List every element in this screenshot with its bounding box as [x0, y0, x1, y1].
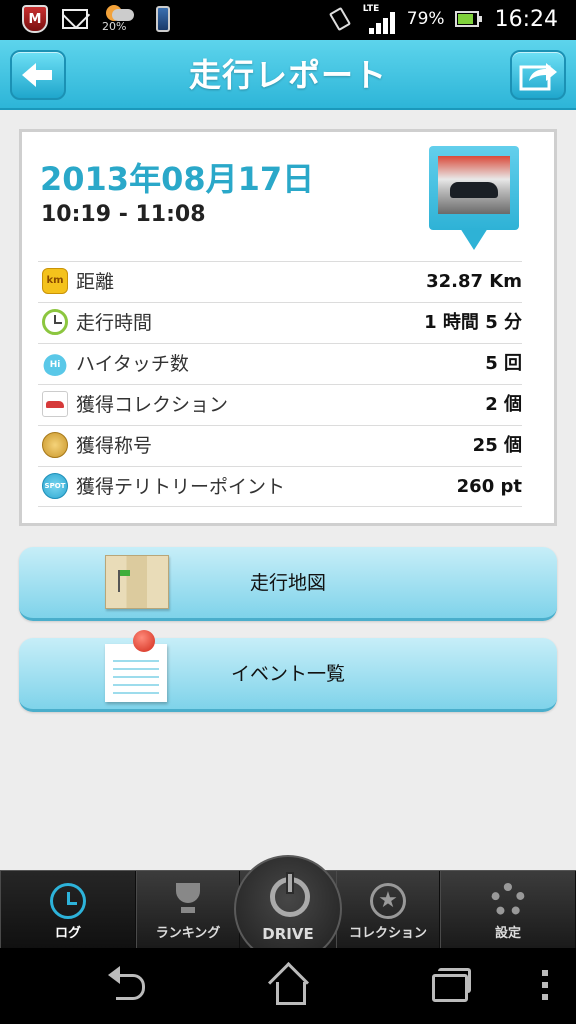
clock-icon [50, 883, 86, 919]
recent-apps-icon[interactable] [428, 966, 471, 1006]
stat-value: 1 時間 5 分 [424, 312, 522, 333]
home-nav-icon[interactable] [268, 966, 308, 1006]
share-icon [519, 63, 557, 91]
tab-settings-label: 設定 [494, 926, 521, 941]
car-photo[interactable] [429, 146, 519, 230]
tab-ranking-label: ランキング [155, 926, 221, 941]
arrow-left-icon [22, 63, 52, 87]
clock-time: 16:24 [494, 6, 558, 32]
back-button[interactable] [10, 50, 66, 100]
vibrate-icon [327, 6, 353, 32]
hi-touch-icon: Hi [42, 350, 68, 376]
status-bar: M 20% LTE 79% 16:24 [0, 0, 576, 40]
trophy-icon [173, 883, 203, 915]
spot-icon: SPOT [42, 473, 68, 499]
tab-settings[interactable]: 設定 [440, 871, 576, 949]
phone-icon [150, 5, 176, 33]
report-card: 2013年08月17日 10:19 - 11:08 km 距離 32.87 Km… [19, 129, 557, 526]
tab-log[interactable]: ログ [0, 871, 136, 949]
stats-list: km 距離 32.87 Km 走行時間 1 時間 5 分 Hi ハイタッチ数 5… [38, 261, 522, 507]
event-list-button[interactable]: イベント一覧 [19, 630, 557, 712]
stat-label: 獲得コレクション [76, 394, 229, 416]
stat-row-collection: 獲得コレクション 2 個 [38, 384, 522, 425]
event-list-label: イベント一覧 [230, 663, 345, 685]
stat-label: 獲得テリトリーポイント [76, 476, 286, 498]
weather-icon: 20% [102, 5, 136, 33]
stat-value: 32.87 Km [426, 271, 522, 292]
menu-dots-icon[interactable] [538, 966, 552, 1006]
signal-icon: LTE [363, 4, 397, 34]
report-time-range: 10:19 - 11:08 [41, 202, 206, 227]
back-nav-icon[interactable] [106, 966, 150, 1006]
medal-icon [42, 432, 68, 458]
page-title: 走行レポート [188, 56, 387, 94]
stat-value: 25 個 [472, 435, 522, 456]
battery-percent: 79% [406, 9, 445, 29]
stat-row-distance: km 距離 32.87 Km [38, 261, 522, 302]
system-icons: LTE 79% 16:24 [327, 4, 558, 34]
tab-collection[interactable]: ★ コレクション [336, 871, 440, 949]
stat-row-territory: SPOT 獲得テリトリーポイント 260 pt [38, 466, 522, 507]
battery-icon [454, 11, 482, 27]
stat-row-drive-time: 走行時間 1 時間 5 分 [38, 302, 522, 343]
notification-icons: M 20% [22, 5, 176, 33]
km-icon: km [42, 268, 68, 294]
share-button[interactable] [510, 50, 566, 100]
stat-value: 260 pt [456, 476, 522, 497]
stat-label: 距離 [76, 271, 115, 293]
system-nav-bar [0, 948, 576, 1024]
stat-row-titles: 獲得称号 25 個 [38, 425, 522, 466]
tab-ranking[interactable]: ランキング [136, 871, 240, 949]
photo-pin-tip [460, 228, 488, 250]
power-icon [270, 872, 310, 917]
app-header: 走行レポート [0, 40, 576, 110]
stat-label: 走行時間 [76, 312, 153, 334]
stat-label: 獲得称号 [76, 435, 153, 457]
drive-map-label: 走行地図 [249, 572, 326, 594]
stat-label: ハイタッチ数 [76, 353, 189, 375]
stat-value: 5 回 [485, 353, 522, 374]
mcafee-icon: M [22, 5, 48, 33]
stat-value: 2 個 [485, 394, 522, 415]
clock-icon [42, 309, 68, 335]
tab-collection-label: コレクション [348, 926, 427, 941]
mail-icon [62, 5, 88, 33]
car-icon [42, 391, 68, 417]
star-icon: ★ [370, 883, 406, 919]
drive-map-button[interactable]: 走行地図 [19, 547, 557, 621]
weather-percent: 20% [102, 20, 127, 33]
drive-button[interactable]: DRIVE [234, 855, 342, 963]
gear-icon [491, 883, 525, 917]
report-date: 2013年08月17日 [40, 160, 315, 198]
drive-label: DRIVE [262, 925, 314, 943]
car-image [438, 156, 510, 214]
stat-row-hi-touch: Hi ハイタッチ数 5 回 [38, 343, 522, 384]
tab-log-label: ログ [54, 926, 81, 941]
